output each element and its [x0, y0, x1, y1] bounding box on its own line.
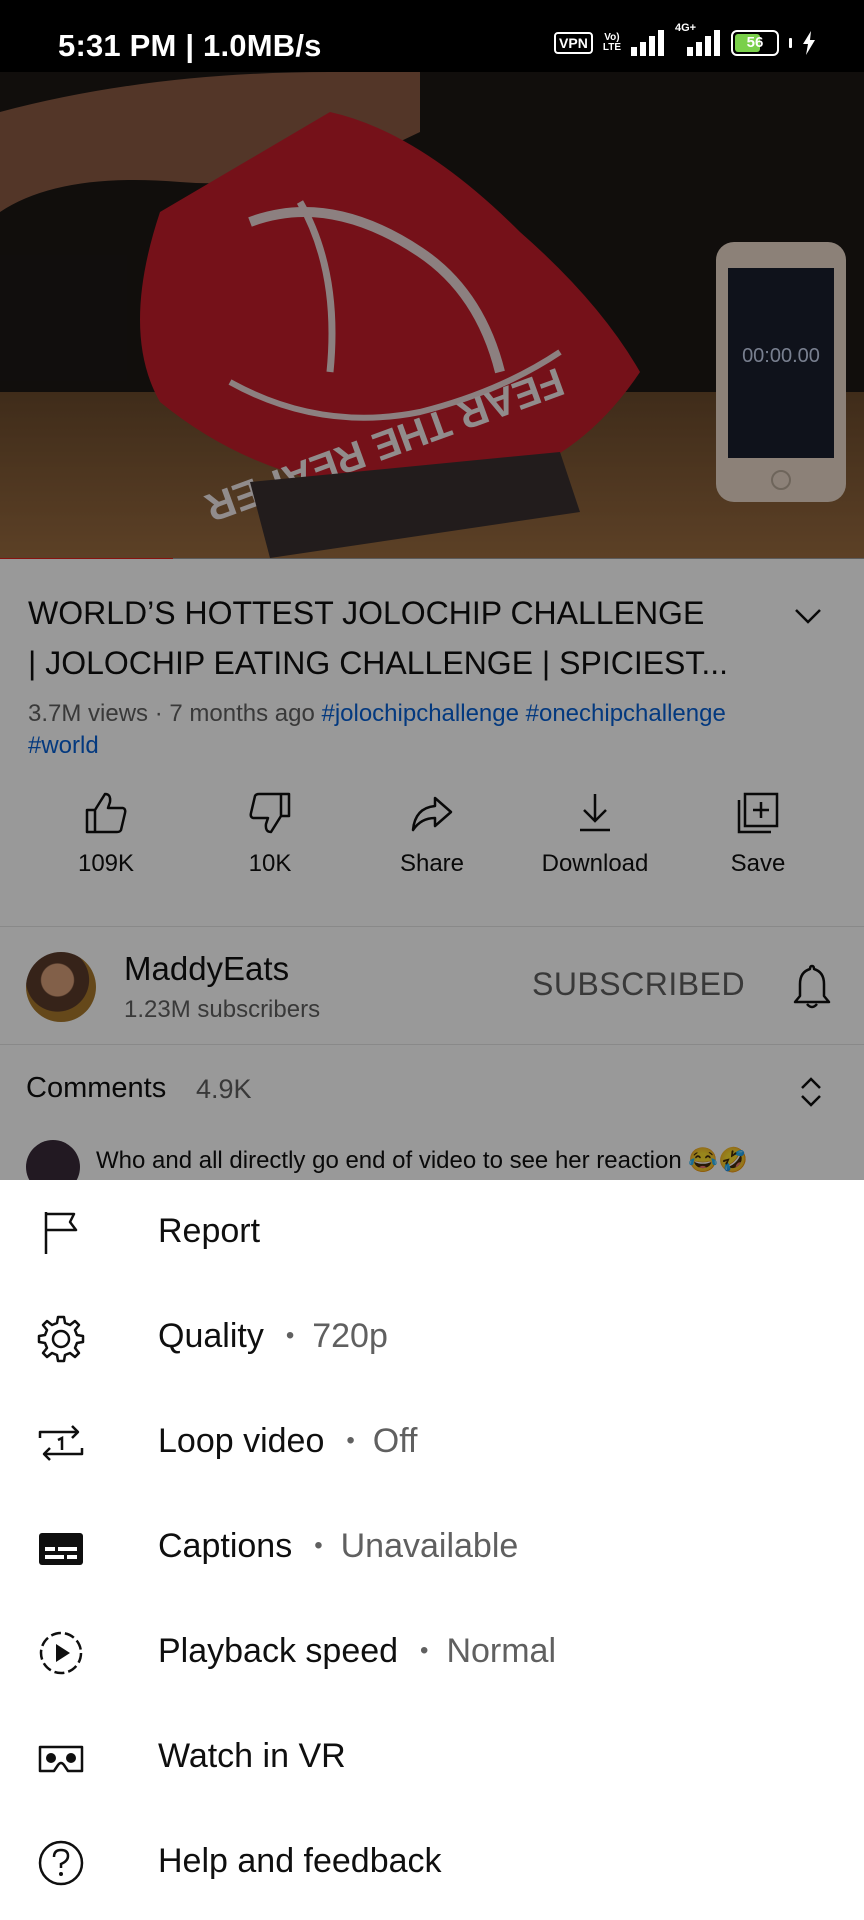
modal-scrim[interactable]	[0, 72, 864, 1180]
battery-icon: 56	[731, 30, 779, 56]
captions-value: Unavailable	[340, 1527, 519, 1565]
signal-icon	[631, 30, 664, 56]
charging-icon	[803, 31, 815, 55]
playback-speed-value: Normal	[446, 1632, 557, 1670]
vpn-badge: VPN	[554, 32, 593, 54]
signal-4g-icon: 4G+	[675, 22, 721, 56]
menu-item-help-feedback[interactable]: Help and feedback	[0, 1810, 864, 1915]
more-options-sheet: Report Quality • 720p Loop video • Off Capti…	[0, 1180, 864, 1920]
menu-item-playback-speed[interactable]: Playback speed • Normal	[0, 1600, 864, 1705]
menu-item-quality[interactable]: Quality • 720p	[0, 1285, 864, 1390]
loop-value: Off	[372, 1422, 418, 1460]
quality-value: 720p	[312, 1317, 388, 1355]
playback-speed-icon	[39, 1631, 83, 1675]
status-time: 5:31 PM | 1.0MB/s	[58, 28, 322, 63]
status-icons: VPN Vo) LTE 4G+ 56	[554, 22, 816, 56]
help-icon	[38, 1840, 84, 1886]
menu-item-report[interactable]: Report	[0, 1180, 864, 1285]
menu-item-captions[interactable]: Captions • Unavailable	[0, 1495, 864, 1600]
gear-icon	[37, 1315, 85, 1363]
loop-icon	[38, 1425, 84, 1461]
menu-item-loop-video[interactable]: Loop video • Off	[0, 1390, 864, 1495]
menu-item-watch-in-vr[interactable]: Watch in VR	[0, 1705, 864, 1810]
captions-icon	[39, 1533, 83, 1565]
status-bar: 5:31 PM | 1.0MB/s VPN Vo) LTE 4G+ 56	[0, 0, 864, 72]
vr-headset-icon	[38, 1745, 84, 1773]
flag-icon	[44, 1212, 78, 1254]
volte-icon: Vo) LTE	[602, 32, 621, 53]
